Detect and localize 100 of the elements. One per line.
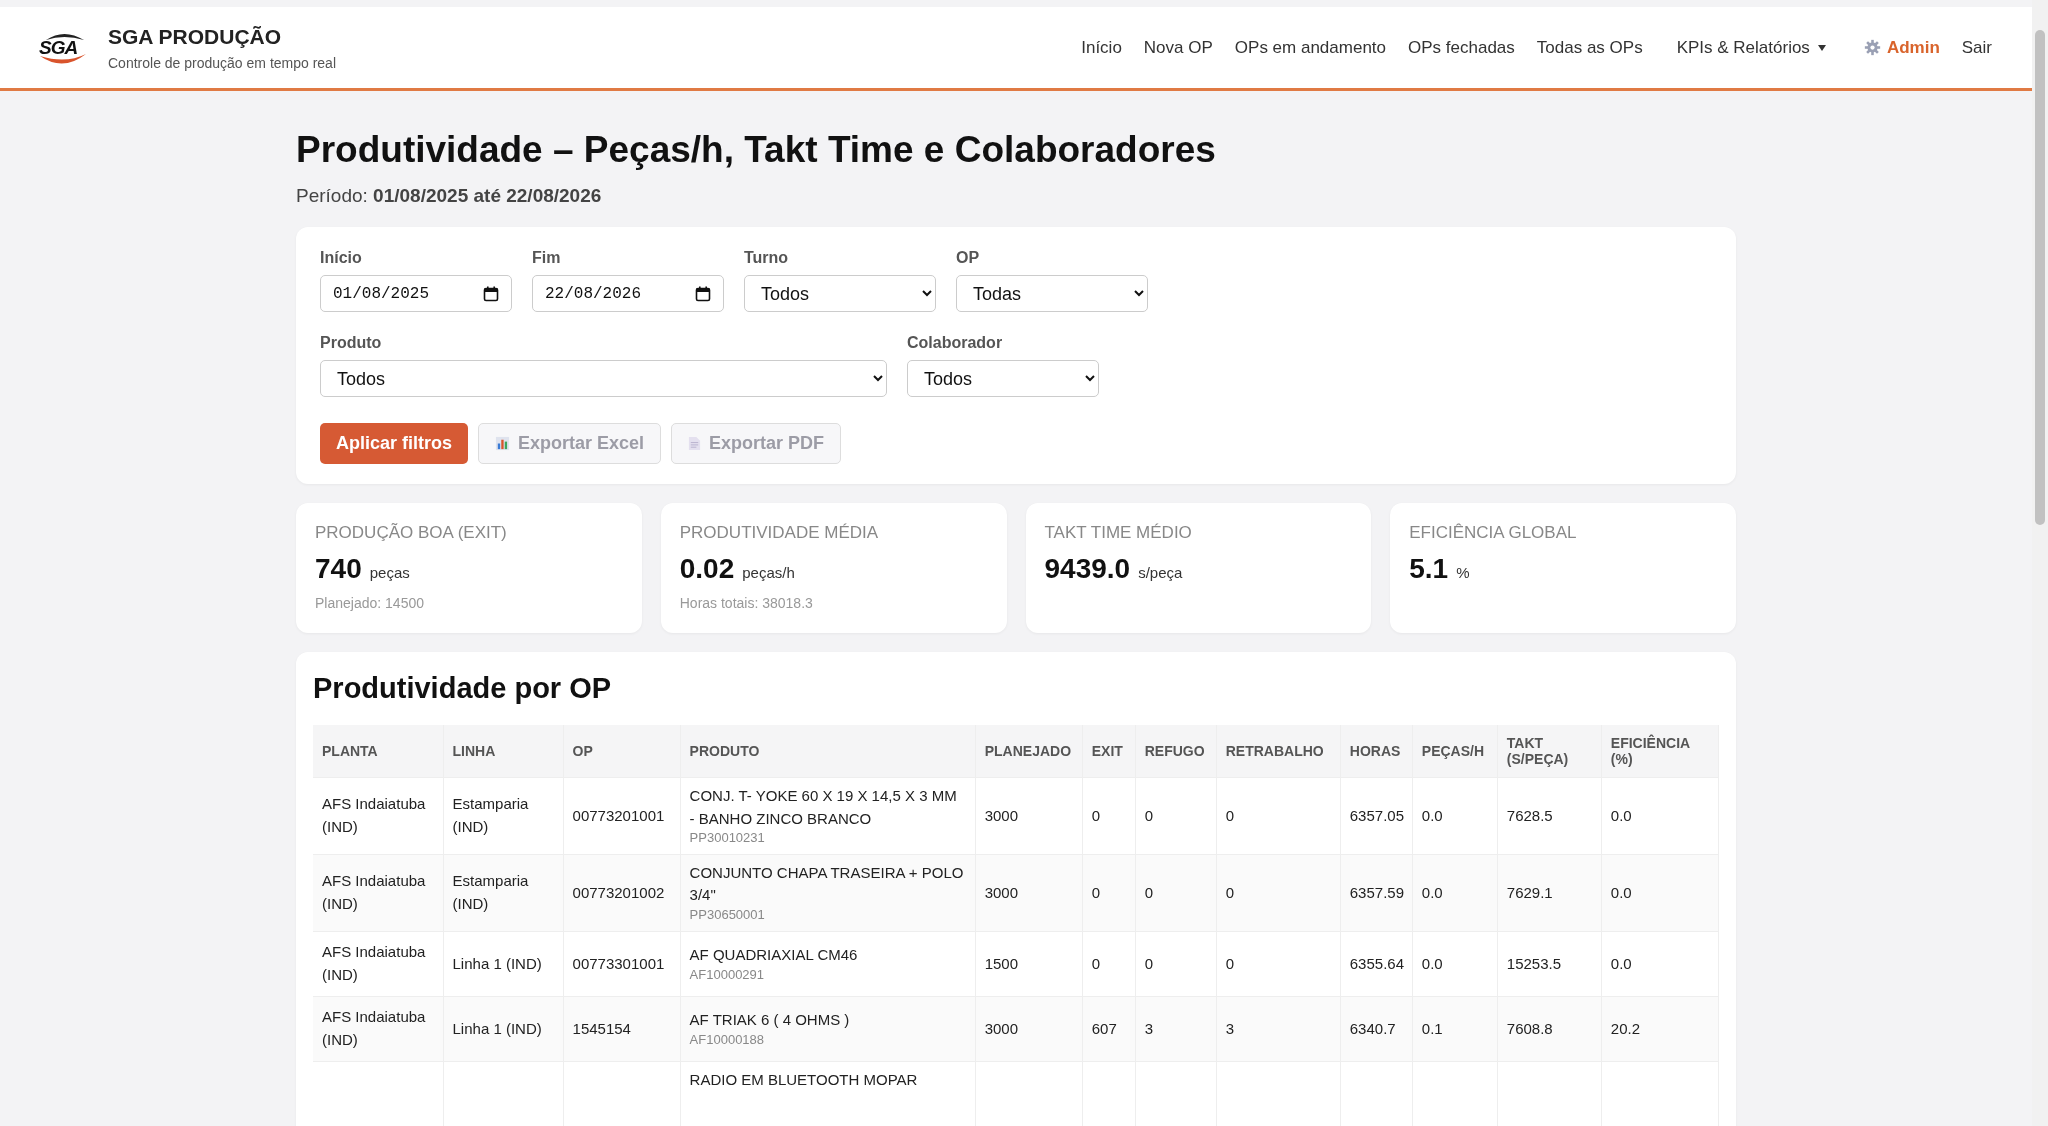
table-cell: AFS Indaiatuba (IND)	[322, 1008, 426, 1048]
kpi-note: Horas totais: 38018.3	[679, 595, 814, 611]
calendar-icon	[695, 285, 711, 302]
table-cell: 3	[1225, 1019, 1235, 1037]
table-cell: 20.2	[1610, 1019, 1641, 1037]
product-name: AF TRIAK 6 ( 4 OHMS )	[689, 1010, 851, 1031]
table-cell: 3000	[984, 1019, 1019, 1037]
column-header: RETRABALHO	[1216, 725, 1341, 778]
kpi-unit: peças	[369, 564, 410, 581]
table-cell: 0	[1225, 883, 1235, 901]
table-cell: 0.0	[1421, 883, 1443, 901]
column-header: EFICIÊNCIA (%)	[1601, 725, 1719, 778]
table-cell: 7629.1	[1506, 883, 1553, 901]
table-cell: 1545154	[572, 1019, 631, 1037]
column-header: HORAS	[1340, 725, 1413, 778]
product-name: RADIO EM BLUETOOTH MOPAR	[689, 1069, 919, 1090]
table-cell: 6357.05	[1349, 806, 1404, 824]
table-cell: 3000	[984, 806, 1019, 824]
product-code: AF10000291	[689, 966, 766, 984]
table-cell: Estamparia (IND)	[452, 872, 529, 912]
caret-icon	[1817, 44, 1826, 51]
table-cell: Linha 1 (IND)	[452, 954, 542, 972]
table-cell: AFS Indaiatuba (IND)	[322, 872, 426, 912]
table-cell: 0.0	[1610, 883, 1632, 901]
table-cell: 0	[1144, 954, 1154, 972]
kpi-value: 740	[315, 553, 362, 585]
table-cell: 00773301001	[572, 954, 665, 972]
calendar-icon	[483, 285, 499, 302]
kpi-value: 5.1	[1409, 553, 1449, 585]
table-cell: Linha 1 (IND)	[452, 1019, 542, 1037]
table-cell: 0	[1091, 883, 1101, 901]
column-header: TAKT (S/PEÇA)	[1497, 725, 1602, 778]
table-cell: AFS Indaiatuba (IND)	[322, 943, 426, 983]
kpi-title: EFICIÊNCIA GLOBAL	[1409, 523, 1578, 543]
table-cell: 0.0	[1421, 954, 1443, 972]
table-cell: 7608.8	[1506, 1019, 1553, 1037]
table-cell: 00773201001	[572, 806, 665, 824]
nav-dropdown[interactable]: KPIs & Relatórios	[1676, 37, 1826, 58]
column-header: PLANTA	[313, 725, 444, 778]
product-code: PP30650001	[689, 906, 766, 924]
kpi-title: TAKT TIME MÉDIO	[1044, 523, 1193, 543]
nav-link[interactable]: OPs fechadas	[1408, 37, 1515, 58]
table-cell: 0	[1091, 806, 1101, 824]
period-text: Período: 01/08/2025 até 22/08/2026	[296, 185, 603, 207]
table-cell: 1500	[984, 954, 1019, 972]
scrollbar[interactable]	[2032, 0, 2048, 1126]
document-icon	[688, 436, 702, 451]
product-code: PP30010231	[689, 830, 766, 847]
kpi-unit: %	[1456, 564, 1470, 581]
date-field[interactable]: 22/08/2026	[532, 275, 724, 312]
nav-link[interactable]: Início	[1081, 37, 1122, 58]
table-cell: 6340.7	[1349, 1019, 1396, 1037]
field-label: Turno	[744, 249, 790, 267]
table-cell: 15253.5	[1506, 954, 1562, 972]
logo[interactable]: SGA	[36, 27, 92, 68]
field-label: OP	[956, 249, 981, 267]
table-cell: 7628.5	[1506, 806, 1553, 824]
table-cell: 3000	[984, 883, 1019, 901]
table-cell: 607	[1091, 1019, 1117, 1037]
table-cell: AFS Indaiatuba (IND)	[322, 795, 426, 835]
nav-link[interactable]: Sair	[1961, 37, 1992, 58]
table-cell: 0	[1091, 954, 1101, 972]
column-header: PRODUTO	[680, 725, 976, 778]
select-field[interactable]: Todos	[744, 275, 936, 312]
tagline: Controle de produção em tempo real	[108, 54, 337, 71]
bar-chart-icon	[495, 436, 511, 451]
nav-link[interactable]: Nova OP	[1143, 37, 1213, 58]
select-field[interactable]: Todas	[956, 275, 1148, 312]
field-label: Produto	[320, 334, 383, 352]
table-cell: 0.0	[1610, 806, 1632, 824]
table-cell: Estamparia (IND)	[452, 795, 529, 835]
apply-button[interactable]: Aplicar filtros	[320, 423, 469, 464]
nav-link[interactable]: Todas as OPs	[1536, 37, 1643, 58]
product-code: AF10000188	[689, 1031, 766, 1049]
kpi-unit: peças/h	[742, 564, 795, 581]
table-cell: 0	[1225, 806, 1235, 824]
table-cell: 0	[1225, 954, 1235, 972]
page-title: Produtividade – Peças/h, Takt Time e Colaboradores	[296, 129, 1217, 171]
kpi-unit: s/peça	[1138, 564, 1183, 581]
column-header: PLANEJADO	[975, 725, 1083, 778]
admin-link[interactable]: Admin	[1863, 37, 1940, 58]
field-label: Fim	[532, 249, 562, 267]
select-field[interactable]: Todos	[320, 360, 887, 397]
kpi-value: 0.02	[679, 553, 735, 585]
product-name: CONJUNTO CHAPA TRASEIRA + POLO 3/4"	[689, 862, 965, 906]
section-title: Produtividade por OP	[313, 672, 613, 705]
column-header: OP	[563, 725, 681, 778]
table-cell: 3	[1144, 1019, 1154, 1037]
column-header: EXIT	[1082, 725, 1136, 778]
table-cell: 0	[1144, 883, 1154, 901]
field-label: Colaborador	[907, 334, 1004, 352]
date-field[interactable]: 01/08/2025	[320, 275, 512, 312]
table-cell: 0.0	[1421, 806, 1443, 824]
column-header: LINHA	[443, 725, 564, 778]
gear-icon	[1863, 39, 1881, 56]
kpi-value: 9439.0	[1044, 553, 1131, 585]
select-field[interactable]: Todos	[907, 360, 1099, 397]
field-label: Início	[320, 249, 363, 267]
nav-link[interactable]: OPs em andamento	[1234, 37, 1387, 58]
table-cell: 0.1	[1421, 1019, 1443, 1037]
